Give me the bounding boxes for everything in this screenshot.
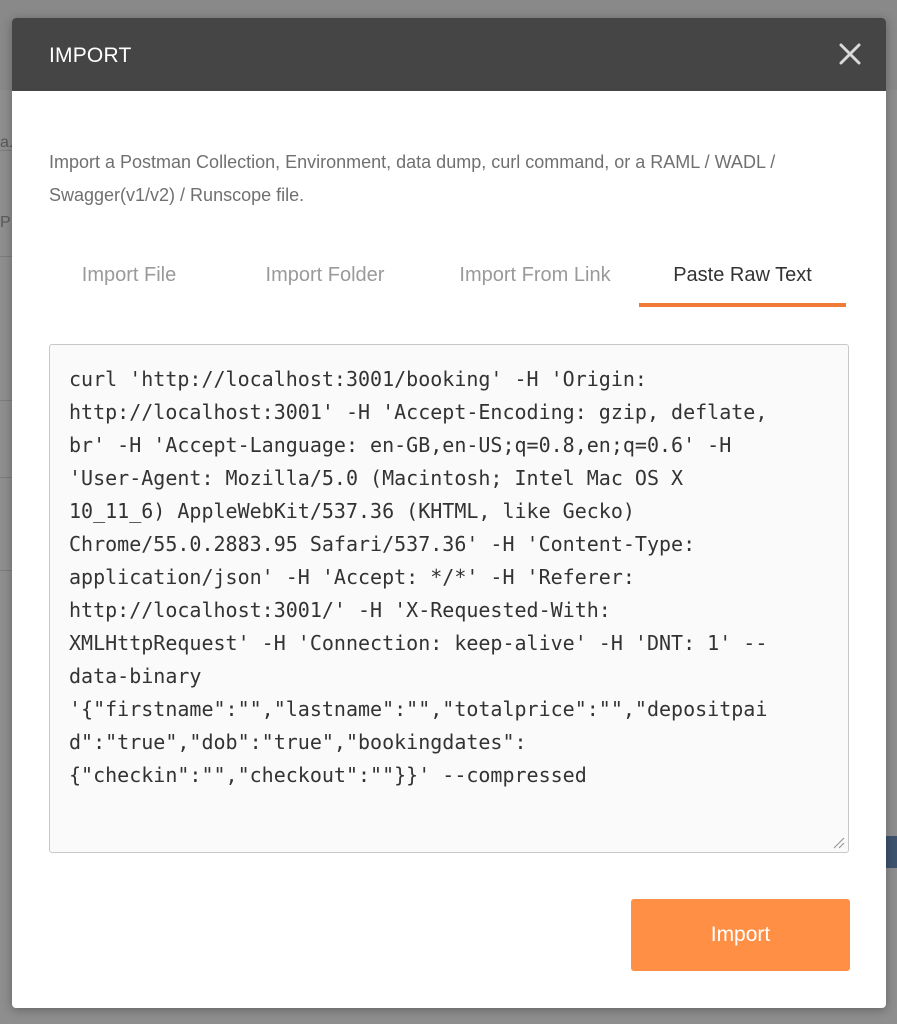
- tab-import-from-link[interactable]: Import From Link: [439, 256, 631, 308]
- close-icon: [839, 43, 861, 65]
- active-tab-indicator: [639, 303, 846, 307]
- import-modal: IMPORT Import a Postman Collection, Envi…: [12, 18, 886, 1008]
- close-button[interactable]: [836, 40, 864, 68]
- import-tabs: Import File Import Folder Import From Li…: [49, 256, 849, 308]
- modal-title: IMPORT: [49, 44, 132, 67]
- import-description: Import a Postman Collection, Environment…: [49, 152, 776, 205]
- tab-import-file[interactable]: Import File: [49, 256, 209, 308]
- tab-import-folder[interactable]: Import Folder: [239, 256, 411, 308]
- modal-header: IMPORT: [12, 18, 886, 91]
- import-button[interactable]: Import: [631, 899, 850, 971]
- raw-text-input[interactable]: [49, 344, 849, 853]
- tab-paste-raw-text[interactable]: Paste Raw Text: [639, 256, 846, 308]
- resize-grip-icon[interactable]: [831, 835, 845, 849]
